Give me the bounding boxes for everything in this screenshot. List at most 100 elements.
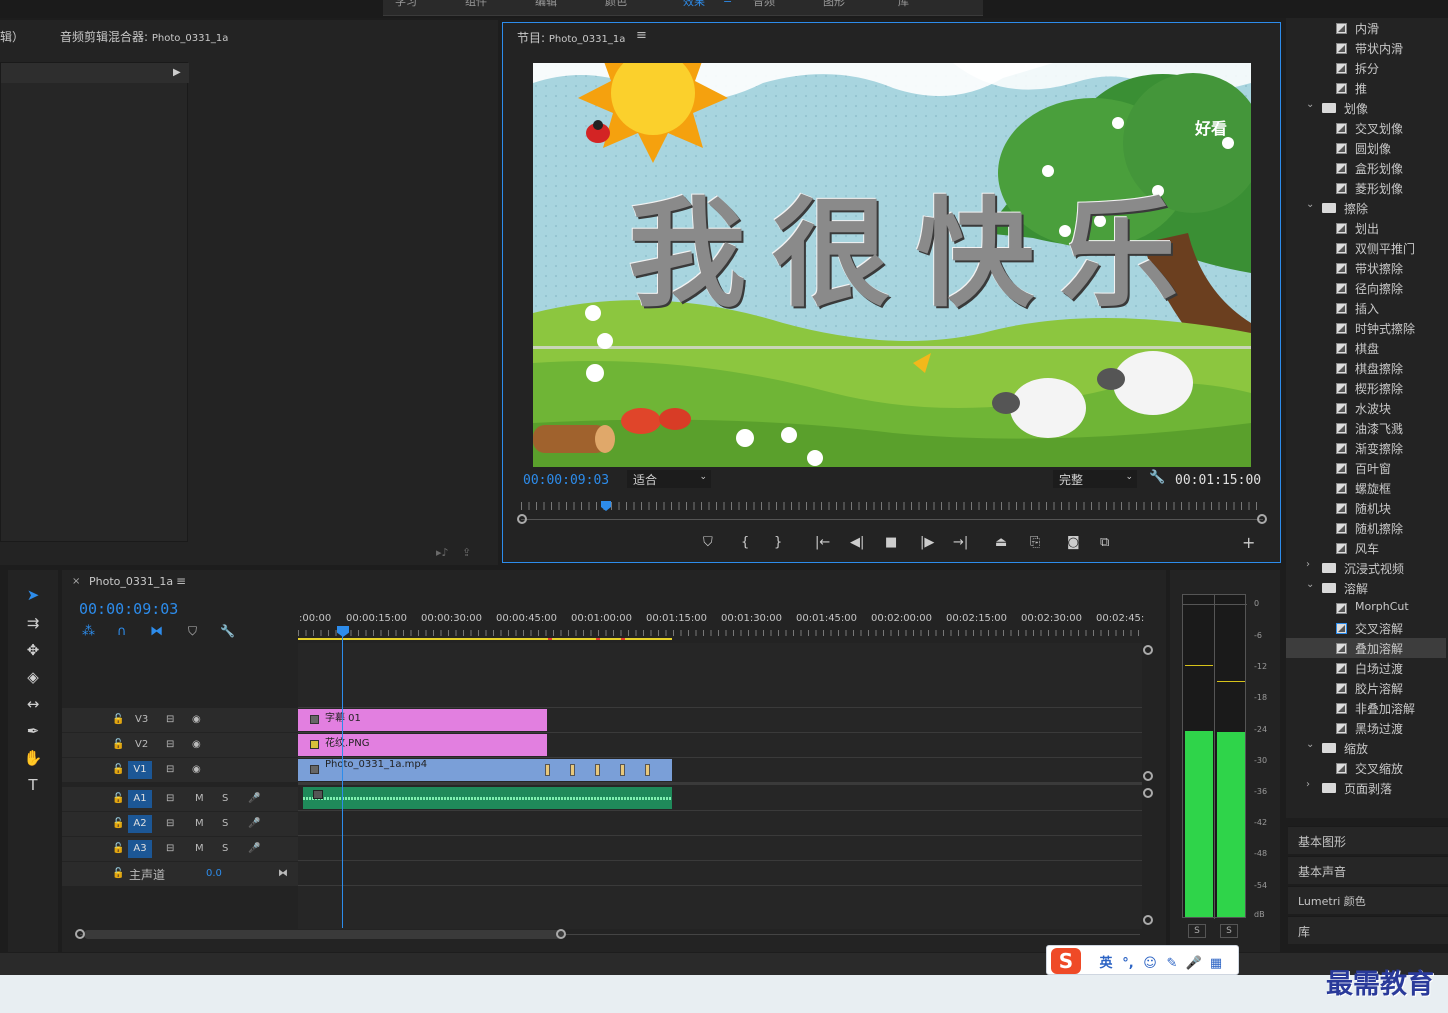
effect-item[interactable]: 白场过渡	[1286, 658, 1446, 678]
nest-icon[interactable]: ⁂	[82, 624, 95, 639]
lock-icon[interactable]: 🔓	[112, 793, 124, 804]
effect-item[interactable]: 盒形划像	[1286, 158, 1446, 178]
chevron-down-icon[interactable]: ⌄	[1306, 579, 1314, 590]
emoji-icon[interactable]: ☺	[1139, 956, 1161, 971]
track-target-a2[interactable]: A2	[128, 815, 152, 833]
effect-item[interactable]: 插入	[1286, 298, 1446, 318]
scrub-track[interactable]	[521, 519, 1263, 520]
effect-item[interactable]: 风车	[1286, 538, 1446, 558]
transition-marker[interactable]	[645, 764, 650, 776]
master-volume-value[interactable]: 0.0	[206, 868, 222, 879]
mute-button[interactable]: M	[195, 793, 204, 804]
mark-out-icon[interactable]: }	[774, 535, 782, 550]
mic-icon[interactable]: 🎤	[248, 818, 260, 829]
time-ruler[interactable]	[521, 502, 1261, 510]
effect-item[interactable]: 径向擦除	[1286, 278, 1446, 298]
track-target-a3[interactable]: A3	[128, 840, 152, 858]
effect-item[interactable]: 内滑	[1286, 18, 1446, 38]
sync-icon[interactable]: ⊟	[166, 793, 174, 804]
track-target-a1[interactable]: A1	[128, 790, 152, 808]
chevron-right-icon[interactable]: ›	[1306, 559, 1310, 570]
eye-icon[interactable]: ◉	[192, 739, 201, 750]
solo-button[interactable]: S	[222, 793, 228, 804]
effect-item[interactable]: 拆分	[1286, 58, 1446, 78]
effect-item[interactable]: 推	[1286, 78, 1446, 98]
pen-tool-icon[interactable]: ✒	[20, 720, 46, 742]
effect-item[interactable]: 非叠加溶解	[1286, 698, 1446, 718]
transition-marker[interactable]	[595, 764, 600, 776]
effect-item[interactable]: 交叉缩放	[1286, 758, 1446, 778]
eye-icon[interactable]: ◉	[192, 714, 201, 725]
meter-solo-right[interactable]: S	[1220, 924, 1238, 938]
quality-select[interactable]: 完整 ⌄	[1053, 470, 1137, 488]
track-name[interactable]: V3	[135, 714, 148, 725]
timeline-timecode[interactable]: 00:00:09:03	[79, 600, 178, 618]
workspace-tab[interactable]: 图形	[823, 0, 845, 9]
effect-item[interactable]: 百叶窗	[1286, 458, 1446, 478]
linked-selection-icon[interactable]: ⧓	[150, 624, 163, 639]
ripple-edit-tool-icon[interactable]: ✥	[20, 639, 46, 661]
punct-icon[interactable]: °,	[1117, 956, 1139, 971]
sequence-tab[interactable]: Photo_0331_1a	[89, 575, 173, 588]
lock-icon[interactable]: 🔓	[112, 714, 124, 725]
clip-v3[interactable]: 字幕 01	[298, 709, 547, 731]
sync-icon[interactable]: ⊟	[166, 739, 174, 750]
effect-item[interactable]: 水波块	[1286, 398, 1446, 418]
section-essential-sound[interactable]: 基本声音	[1288, 856, 1448, 884]
hand-tool-icon[interactable]: ✋	[20, 747, 46, 769]
effect-item[interactable]: 胶片溶解	[1286, 678, 1446, 698]
workspace-tab[interactable]: 颜色	[605, 0, 627, 9]
collapse-icon[interactable]: ⧓	[278, 868, 288, 879]
program-monitor-title[interactable]: 节目: Photo_0331_1a	[517, 29, 625, 46]
mute-button[interactable]: M	[195, 818, 204, 829]
close-tab-icon[interactable]: ×	[72, 576, 80, 587]
workspace-tab[interactable]: 学习	[395, 0, 417, 9]
lock-icon[interactable]: 🔓	[112, 818, 124, 829]
effect-item[interactable]: 双侧平推门	[1286, 238, 1446, 258]
chevron-down-icon[interactable]: ⌄	[1306, 199, 1314, 210]
track-target-v1[interactable]: V1	[128, 761, 152, 779]
chevron-right-icon[interactable]: ▶	[173, 67, 181, 78]
hamburger-icon[interactable]: ≡	[636, 28, 647, 43]
effects-folder[interactable]: ⌄ 擦除	[1286, 198, 1446, 218]
lock-icon[interactable]: 🔓	[112, 843, 124, 854]
timeline-ruler-ticks[interactable]	[298, 630, 1142, 636]
effect-item[interactable]: 时钟式擦除	[1286, 318, 1446, 338]
clip-a1[interactable]	[303, 787, 672, 809]
effect-item[interactable]: 圆划像	[1286, 138, 1446, 158]
effect-item[interactable]: 楔形擦除	[1286, 378, 1446, 398]
workspace-tab-active[interactable]: 效果	[683, 0, 705, 9]
marker-icon[interactable]: ⛉	[703, 535, 713, 550]
effects-folder[interactable]: › 沉浸式视频	[1286, 558, 1446, 578]
range-start-handle[interactable]	[517, 514, 527, 524]
effect-item[interactable]: 棋盘擦除	[1286, 358, 1446, 378]
mic-icon[interactable]: 🎤	[248, 843, 260, 854]
effect-item[interactable]: MorphCut	[1286, 598, 1446, 618]
effect-item[interactable]: 带状擦除	[1286, 258, 1446, 278]
effect-item[interactable]: 螺旋框	[1286, 478, 1446, 498]
export-icon[interactable]: ⇪	[462, 546, 471, 559]
handwrite-icon[interactable]: ✎	[1161, 956, 1183, 971]
stop-icon[interactable]: ■	[885, 535, 897, 550]
sync-icon[interactable]: ⊟	[166, 714, 174, 725]
effect-item[interactable]: 渐变擦除	[1286, 438, 1446, 458]
effects-folder[interactable]: ⌄ 缩放	[1286, 738, 1446, 758]
v-scroll-handle[interactable]	[1143, 788, 1153, 798]
step-forward-icon[interactable]: |▶	[920, 535, 934, 550]
meter-solo-left[interactable]: S	[1188, 924, 1206, 938]
sync-icon[interactable]: ⊟	[166, 843, 174, 854]
step-back-icon[interactable]: ◀|	[850, 535, 864, 550]
extract-icon[interactable]: ⎘	[1030, 535, 1040, 550]
v-scroll-handle[interactable]	[1143, 771, 1153, 781]
workspace-tab[interactable]: 库	[898, 0, 909, 9]
workspace-tab[interactable]: 音频	[753, 0, 775, 9]
effect-item[interactable]: 菱形划像	[1286, 178, 1446, 198]
toolbox-icon[interactable]: ▦	[1205, 956, 1227, 971]
lift-icon[interactable]: ⏏	[995, 535, 1007, 550]
effects-folder[interactable]: › 页面剥落	[1286, 778, 1446, 798]
hamburger-icon[interactable]: ≡	[176, 574, 186, 588]
effects-folder[interactable]: ⌄ 划像	[1286, 98, 1446, 118]
sync-icon[interactable]: ⊟	[166, 764, 174, 775]
clip-v1[interactable]: Photo_0331_1a.mp4	[298, 759, 672, 781]
transition-marker[interactable]	[620, 764, 625, 776]
